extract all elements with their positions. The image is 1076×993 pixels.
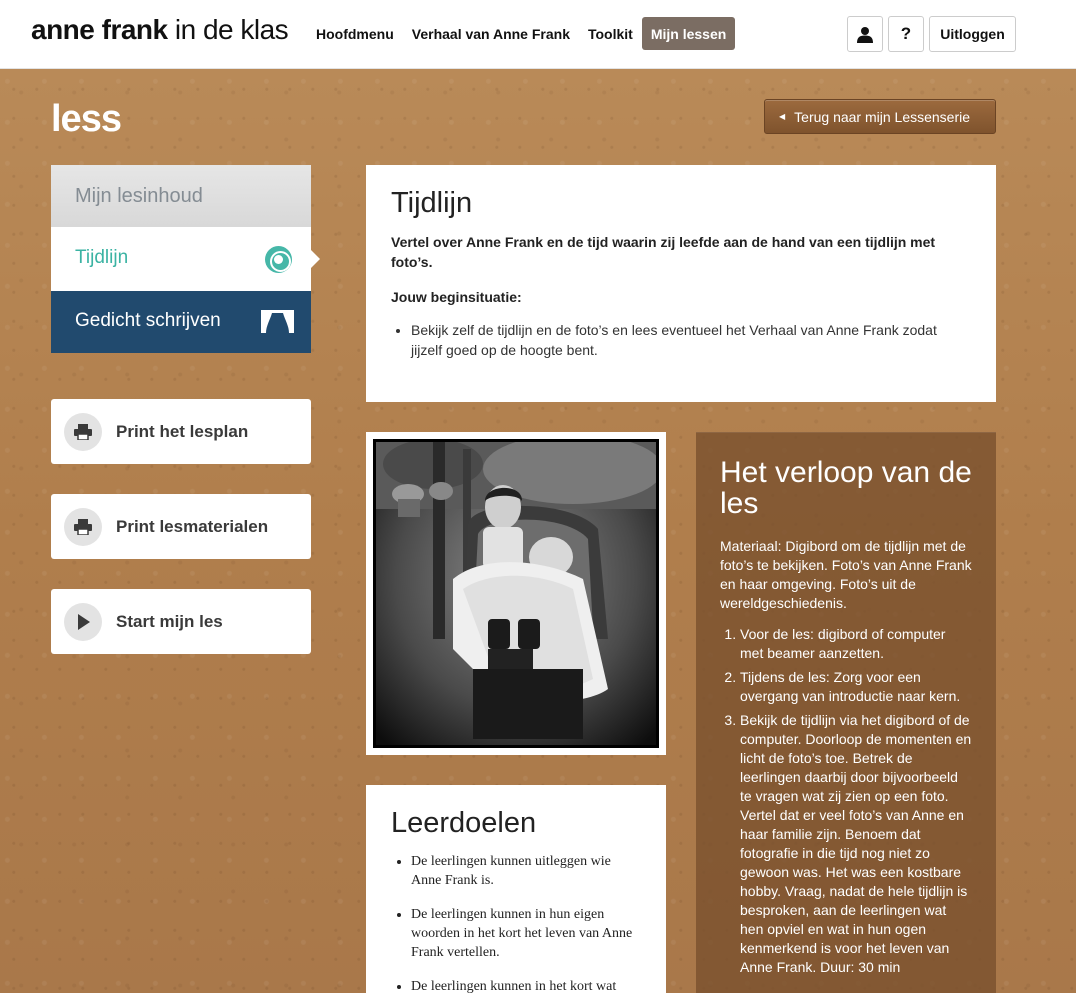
caret-left-icon: ◀ bbox=[779, 112, 786, 121]
list-item: De leerlingen kunnen in het kort wat bbox=[411, 977, 641, 993]
learning-goals-list: De leerlingen kunnen uitleggen wie Anne … bbox=[391, 852, 641, 993]
sidebar-item-label: Tijdlijn bbox=[75, 247, 129, 268]
learning-goals-panel: Leerdoelen De leerlingen kunnen uitlegge… bbox=[366, 785, 666, 993]
lesson-material: Materiaal: Digibord om de tijdlijn met d… bbox=[720, 538, 972, 611]
start-situation-heading: Jouw beginsituatie: bbox=[391, 289, 522, 305]
play-icon bbox=[64, 602, 102, 641]
list-item: Voor de les: digibord of computer met be… bbox=[740, 625, 972, 663]
print-lesmaterialen-label: Print lesmaterialen bbox=[116, 516, 269, 536]
lesson-content-nav: Mijn lesinhoud Tijdlijn Gedicht schrijve… bbox=[51, 165, 320, 353]
nav-mijn-lessen[interactable]: Mijn lessen bbox=[641, 17, 736, 50]
lesson-lead: Vertel over Anne Frank en de tijd waarin… bbox=[391, 234, 936, 270]
logo-regular: in de klas bbox=[174, 14, 289, 45]
start-situation-list: Bekijk zelf de tijdlijn en de foto’s en … bbox=[391, 320, 971, 360]
print-lesplan-label: Print het lesplan bbox=[116, 421, 249, 441]
print-lesmaterialen-button[interactable]: Print lesmaterialen bbox=[51, 494, 311, 559]
active-pointer bbox=[311, 250, 320, 268]
print-lesplan-button[interactable]: Print het lesplan bbox=[51, 399, 311, 464]
back-to-series-button[interactable]: ◀ Terug naar mijn Lessenserie bbox=[764, 99, 996, 134]
nav-hoofdmenu[interactable]: Hoofdmenu bbox=[307, 17, 403, 50]
sidebar-item-label: Gedicht schrijven bbox=[75, 310, 221, 331]
sidebar-item-gedicht[interactable]: Gedicht schrijven bbox=[51, 291, 311, 353]
logout-button[interactable]: Uitloggen bbox=[929, 16, 1016, 52]
help-button[interactable]: ? bbox=[888, 16, 924, 52]
user-button[interactable] bbox=[847, 16, 883, 52]
sidebar-item-tijdlijn[interactable]: Tijdlijn bbox=[51, 227, 320, 291]
list-item: Bekijk zelf de tijdlijn en de foto’s en … bbox=[411, 320, 971, 360]
lesson-title: Tijdlijn bbox=[391, 187, 473, 219]
back-label: Terug naar mijn Lessenserie bbox=[794, 108, 971, 125]
anne-frank-photo[interactable] bbox=[373, 439, 659, 748]
list-item: De leerlingen kunnen uitleggen wie Anne … bbox=[411, 852, 641, 890]
list-item: Bekijk de tijdlijn via het digibord of d… bbox=[740, 711, 972, 977]
list-item: De leerlingen kunnen in hun eigen woorde… bbox=[411, 905, 641, 962]
logo-bold: anne frank bbox=[31, 14, 168, 45]
start-les-button[interactable]: Start mijn les bbox=[51, 589, 311, 654]
learning-goals-title: Leerdoelen bbox=[391, 807, 537, 839]
page-title: less bbox=[51, 98, 122, 140]
photo-frame bbox=[366, 432, 666, 755]
main-nav: Hoofdmenu Verhaal van Anne Frank Toolkit… bbox=[307, 17, 736, 50]
nav-toolkit[interactable]: Toolkit bbox=[579, 17, 642, 50]
lesson-intro-panel: Tijdlijn Vertel over Anne Frank en de ti… bbox=[366, 165, 996, 402]
list-item: Tijdens de les: Zorg voor een overgang v… bbox=[740, 668, 972, 706]
nav-verhaal[interactable]: Verhaal van Anne Frank bbox=[403, 17, 579, 50]
lesson-flow-title: Het verloop van de les bbox=[720, 456, 972, 520]
curtain-icon bbox=[261, 310, 294, 333]
printer-icon bbox=[64, 412, 102, 451]
top-header: anne frank in de klas Hoofdmenu Verhaal … bbox=[0, 0, 1076, 69]
user-icon bbox=[857, 26, 873, 43]
site-logo[interactable]: anne frank in de klas bbox=[31, 14, 289, 46]
lesson-flow-panel: Het verloop van de les Materiaal: Digibo… bbox=[696, 432, 996, 993]
lesson-content-heading: Mijn lesinhoud bbox=[51, 165, 311, 227]
lesson-steps-list: Voor de les: digibord of computer met be… bbox=[720, 625, 972, 977]
target-icon bbox=[265, 246, 292, 273]
start-les-label: Start mijn les bbox=[116, 611, 223, 631]
printer-icon bbox=[64, 507, 102, 546]
